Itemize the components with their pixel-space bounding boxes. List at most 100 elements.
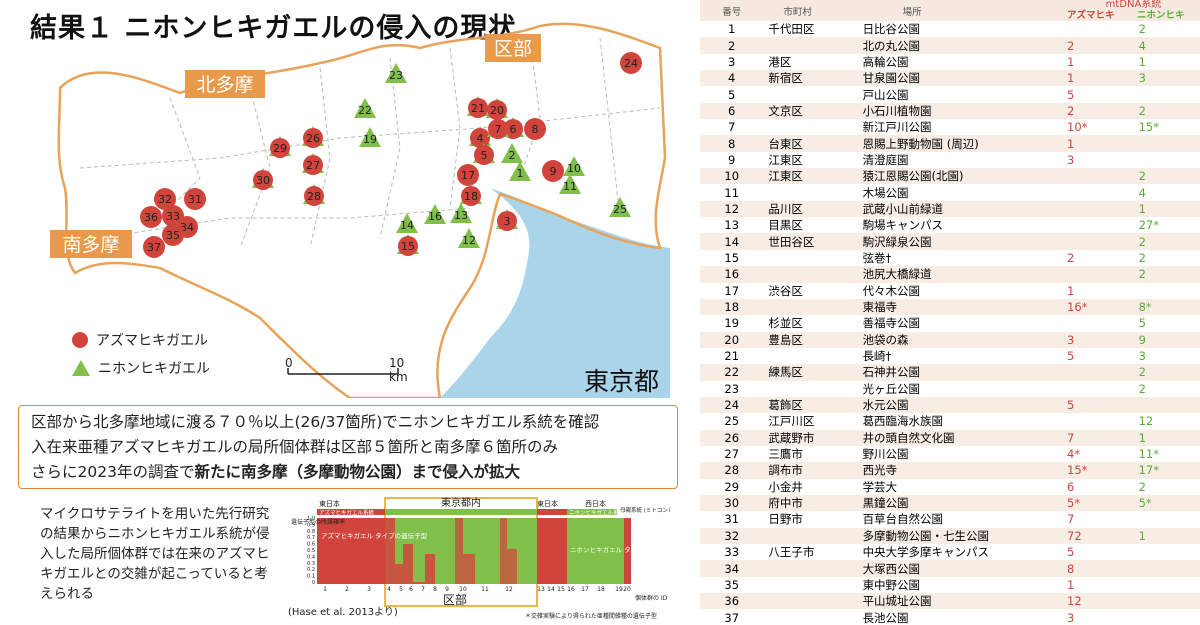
cell-city — [763, 527, 863, 544]
sites-table: 番号 市町村 場所 mtDNA系統 アズマヒキ ニホンヒキ 1 千代田区 日比谷公園… — [700, 0, 1200, 625]
cell-no: 6 — [700, 102, 764, 120]
scale-start: 0 — [285, 356, 293, 370]
cell-place: 多摩動物公園・七生公園 — [862, 527, 1068, 544]
cell-azuma: 5* — [1067, 494, 1139, 512]
cell-place: 善福寺公園 — [862, 316, 921, 331]
table-row: 19 杉並区 善福寺公園 5 — [700, 315, 1200, 331]
cell-city — [763, 250, 862, 266]
cell-no: 2 — [700, 37, 764, 54]
cell-azuma — [1067, 21, 1139, 37]
site-marker-label: 10 — [567, 162, 581, 175]
cell-nihon: 15* — [1138, 120, 1159, 135]
cell-azuma: 1 — [1067, 135, 1139, 152]
table-row: 16 池尻大橋緑道 2 — [700, 266, 1200, 283]
cell-place: 清澄庭園 — [862, 152, 909, 167]
cell-place: 高輪公園 — [862, 54, 909, 69]
site-marker-label: 17 — [461, 169, 475, 182]
cell-place: 西光寺 — [862, 462, 1068, 479]
cell-azuma: 4* — [1067, 447, 1081, 462]
cell-no: 3 — [728, 54, 736, 69]
cell-azuma: 5 — [1067, 545, 1075, 560]
site-marker-label: 32 — [158, 193, 172, 206]
site-marker: 20 — [486, 98, 508, 120]
legend-nihon: ニホンヒキガエル — [72, 358, 210, 378]
sites-table-panel: 番号 市町村 場所 mtDNA系統 アズマヒキ ニホンヒキ 1 千代田区 日比谷公園… — [700, 0, 1200, 625]
cell-no: 29 — [724, 479, 740, 494]
site-marker-label: 37 — [147, 241, 161, 254]
struct-east-left: 東日本 — [319, 499, 340, 508]
cell-no: 18 — [700, 298, 764, 316]
struct-nihon-type: ニホンヒキガエル タイプの遺伝子型 — [570, 545, 670, 554]
table-row: 1 千代田区 日比谷公園 2 — [700, 21, 1200, 37]
cell-azuma: 2 — [1067, 102, 1139, 120]
site-marker-label: 13 — [454, 209, 468, 222]
struct-x-tick: 2 — [345, 586, 349, 593]
site-marker-label: 12 — [462, 234, 476, 247]
cell-nihon: 1 — [1138, 527, 1200, 544]
cell-nihon: 2 — [1138, 22, 1146, 37]
cell-place: 新江戸川公園 — [862, 120, 932, 135]
site-marker-label: 11 — [563, 180, 577, 193]
site-marker: 29 — [269, 136, 291, 158]
table-row: 21 長崎† 5 3 — [700, 348, 1200, 364]
cell-city — [763, 37, 863, 54]
site-marker: 21 — [467, 96, 489, 118]
cell-azuma — [1067, 266, 1139, 283]
cell-place: 東中野公園 — [862, 577, 921, 592]
cell-place: 百草台自然公園 — [862, 512, 944, 527]
cell-nihon: 5 — [1138, 316, 1146, 331]
region-label-minamitama: 南多摩 — [62, 234, 119, 256]
cell-city: 日野市 — [768, 512, 803, 527]
col-header-azuma: アズマヒキ — [1067, 10, 1115, 21]
cell-place: 北の丸公園 — [862, 37, 1068, 54]
cell-nihon: 1 — [1138, 429, 1200, 446]
col-header-nihon: ニホンヒキ — [1137, 10, 1185, 21]
cell-city — [763, 593, 863, 610]
cell-nihon: 3 — [1138, 70, 1200, 87]
slide: 結果１ ニホンヒキガエルの侵入の現状 北多摩 区部 南多摩 1234567891… — [0, 0, 700, 625]
site-marker-label: 27 — [306, 159, 320, 172]
site-marker-label: 15 — [401, 240, 415, 253]
cell-place: 小石川植物園 — [862, 102, 1068, 120]
cell-city — [763, 86, 862, 102]
table-row: 9 江東区 清澄庭園 3 — [700, 152, 1200, 168]
cell-azuma: 2 — [1067, 250, 1075, 265]
cell-azuma: 72 — [1067, 527, 1139, 544]
struct-x-tick: 3 — [367, 586, 371, 593]
struct-y-tick: 1.0 — [307, 516, 315, 522]
struct-east-right: 東日本 — [537, 499, 558, 508]
site-marker: 3 — [496, 209, 518, 231]
cell-city: 台東区 — [763, 135, 863, 152]
struct-x-tick: 1 — [323, 586, 327, 593]
map-label-tokyo: 東京都 — [584, 367, 660, 396]
site-marker-label: 28 — [307, 190, 321, 203]
cell-no: 36 — [700, 593, 764, 610]
cell-city: 新宿区 — [763, 70, 863, 87]
cell-place: 大塚西公園 — [862, 560, 1068, 577]
summary-box: 区部から北多摩地域に渡る７０％以上(26/37箇所)でニホンヒキガエル系統を確認… — [18, 405, 678, 489]
cell-city — [763, 560, 863, 577]
cell-azuma: 3 — [1067, 610, 1075, 625]
site-marker: 24 — [620, 52, 642, 74]
site-marker: 31 — [184, 188, 206, 210]
table-row: 27 三鷹市 野川公園 4* 11* — [700, 446, 1200, 462]
cell-azuma: 1 — [1067, 577, 1075, 592]
struct-x-tick: 17 — [581, 586, 589, 593]
site-marker: 16 — [424, 204, 446, 224]
summary-line-1: 区部から北多摩地域に渡る７０％以上(26/37箇所)でニホンヒキガエル系統を確認 — [31, 413, 600, 431]
site-marker-label: 26 — [306, 132, 320, 145]
cell-nihon — [1139, 86, 1200, 102]
table-row: 35 東中野公園 1 — [700, 577, 1200, 593]
cell-nihon: 2 — [1138, 168, 1200, 185]
cell-place: 長池公園 — [862, 610, 909, 625]
site-marker-label: 1 — [517, 167, 524, 180]
region-label-kitatama: 北多摩 — [196, 74, 253, 96]
cell-no: 7 — [728, 120, 736, 135]
table-row: 22 練馬区 石神井公園 2 — [700, 364, 1200, 381]
table-row: 28 調布市 西光寺 15* 17* — [700, 462, 1200, 479]
azuma-marker-icon — [72, 332, 88, 348]
cell-city: 江東区 — [763, 168, 863, 185]
summary-line-3-bold: 新たに南多摩（多摩動物公園）まで侵入が拡大 — [194, 463, 520, 481]
site-marker: 36 — [140, 206, 162, 228]
struct-note: ＊交雑実験により得られた亜種間雑種の遺伝子型 — [525, 612, 657, 620]
